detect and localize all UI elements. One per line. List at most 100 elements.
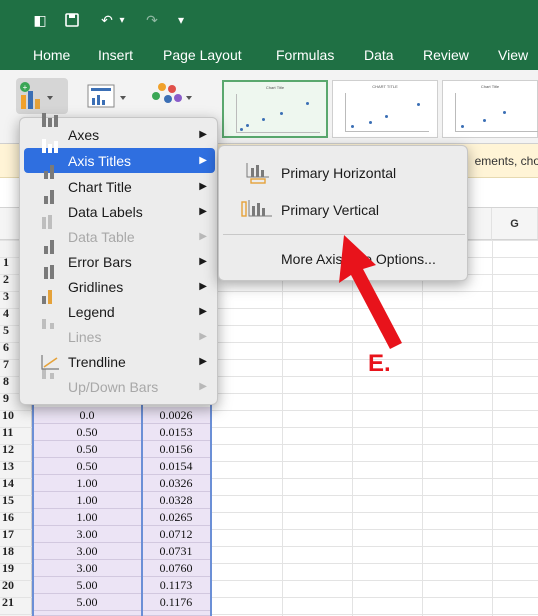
thumb-point <box>306 102 309 105</box>
primary-horizontal-label: Primary Horizontal <box>281 165 397 181</box>
thumb-axis <box>455 131 538 132</box>
thumb-point <box>280 112 283 115</box>
menu-item-label: Gridlines <box>68 278 124 295</box>
primary-horizontal-icon <box>246 163 269 184</box>
menu-item-trendline[interactable]: Trendline ▶ <box>24 349 215 374</box>
row-number[interactable]: 10 <box>0 407 32 424</box>
title-bar: ◧ ↶ ▾ ↷ ▾ <box>0 0 538 40</box>
ribbon-tabs: Home Insert Page Layout Formulas Data Re… <box>0 40 538 70</box>
row-number[interactable]: 20 <box>0 577 32 594</box>
tab-page-layout[interactable]: Page Layout <box>163 47 242 63</box>
row-number[interactable]: 12 <box>0 441 32 458</box>
thumb-point <box>351 125 354 128</box>
menu-item-label: Chart Title <box>68 178 132 195</box>
legend-icon <box>40 289 62 320</box>
menu-item-lines[interactable]: Lines ▶ <box>24 318 215 349</box>
tab-data[interactable]: Data <box>364 47 394 63</box>
tab-review[interactable]: Review <box>423 47 469 63</box>
row-number[interactable]: 1 <box>3 255 9 270</box>
row-number[interactable]: 16 <box>0 509 32 526</box>
submenu-arrow-icon: ▶ <box>199 381 207 392</box>
row-number[interactable]: 17 <box>0 526 32 543</box>
primary-vertical-item[interactable]: Primary Vertical <box>223 193 465 227</box>
add-chart-element-button[interactable]: + <box>16 78 68 114</box>
thumb-title: CHART TITLE <box>372 84 398 89</box>
menu-item-label: Legend <box>68 303 115 320</box>
menu-item-gridlines[interactable]: Gridlines ▶ <box>24 264 215 299</box>
row-number[interactable]: 14 <box>0 475 32 492</box>
sidebar-toggle-icon[interactable]: ◧ <box>30 10 50 30</box>
add-chart-element-menu: Axes ▶ Axis Titles ▶ Chart Title ▶ Data Lab… <box>19 112 218 405</box>
menu-item-label: Trendline <box>68 353 126 370</box>
submenu-arrow-icon: ▶ <box>199 331 207 342</box>
thumb-point <box>369 121 372 124</box>
thumb-axis <box>345 131 429 132</box>
thumb-axis <box>236 94 237 132</box>
thumb-point <box>246 124 249 127</box>
row-number[interactable]: 13 <box>0 458 32 475</box>
menu-item-label: Data Table <box>68 228 135 245</box>
submenu-arrow-icon: ▶ <box>199 155 207 166</box>
chart-style-thumb-1[interactable]: Chart Title <box>222 80 328 138</box>
save-icon[interactable] <box>62 10 82 30</box>
chart-style-thumb-2[interactable]: CHART TITLE <box>332 80 438 138</box>
row-number[interactable]: 5 <box>3 323 9 338</box>
row-number[interactable]: 11 <box>0 424 32 441</box>
chart-style-thumb-3[interactable]: Chart Title <box>442 80 538 138</box>
row-number[interactable]: 15 <box>0 492 32 509</box>
row-number[interactable]: 8 <box>3 374 9 389</box>
row-number[interactable]: 21 <box>0 594 32 611</box>
undo-icon[interactable]: ↶ <box>96 10 118 30</box>
svg-text:+: + <box>23 83 28 92</box>
menu-item-legend[interactable]: Legend ▶ <box>24 289 215 324</box>
primary-horizontal-item[interactable]: Primary Horizontal <box>223 156 465 190</box>
row-number[interactable]: 18 <box>0 543 32 560</box>
menu-item-data-labels[interactable]: Data Labels ▶ <box>24 189 215 224</box>
column-header-g[interactable]: G <box>492 208 538 240</box>
submenu-arrow-icon: ▶ <box>199 306 207 317</box>
row-number[interactable]: 2 <box>3 272 9 287</box>
submenu-arrow-icon: ▶ <box>199 206 207 217</box>
submenu-arrow-icon: ▶ <box>199 356 207 367</box>
thumb-title: Chart Title <box>265 85 285 90</box>
submenu-arrow-icon: ▶ <box>199 256 207 267</box>
row-number[interactable]: 19 <box>0 560 32 577</box>
tab-home[interactable]: Home <box>33 47 70 63</box>
menu-item-label: Data Labels <box>68 203 143 220</box>
row-number[interactable]: 4 <box>3 306 9 321</box>
menu-item-label: Error Bars <box>68 253 132 270</box>
thumb-point <box>483 119 486 122</box>
thumb-axis <box>455 93 456 131</box>
thumb-title: Chart Title <box>480 84 500 89</box>
up-down-bars-icon <box>40 368 62 395</box>
thumb-point <box>262 118 265 121</box>
row-number[interactable]: 3 <box>3 289 9 304</box>
lines-icon <box>40 318 62 345</box>
menu-item-up-down-bars[interactable]: Up/Down Bars ▶ <box>24 368 215 399</box>
column-header-g-label: G <box>510 217 519 230</box>
menu-item-axes[interactable]: Axes ▶ <box>24 112 215 147</box>
submenu-arrow-icon: ▶ <box>199 181 207 192</box>
change-colors-button[interactable] <box>146 78 202 114</box>
menu-item-label: Up/Down Bars <box>68 378 159 395</box>
undo-dropdown-icon[interactable]: ▾ <box>116 10 128 30</box>
redo-icon[interactable]: ↷ <box>142 10 162 30</box>
quick-layout-button[interactable] <box>84 78 132 114</box>
submenu-arrow-icon: ▶ <box>199 281 207 292</box>
annotation-label: E. <box>368 350 391 377</box>
row-number[interactable]: 6 <box>3 340 9 355</box>
primary-vertical-icon <box>241 200 272 217</box>
thumb-point <box>503 111 506 114</box>
tab-insert[interactable]: Insert <box>98 47 133 63</box>
trendline-icon <box>40 354 62 370</box>
thumb-axis <box>345 93 346 131</box>
change-colors-icon <box>152 83 192 103</box>
row-number[interactable]: 9 <box>3 391 9 406</box>
thumb-point <box>417 103 420 106</box>
customize-toolbar-icon[interactable]: ▾ <box>174 10 188 30</box>
red-arrow-annotation <box>339 235 402 349</box>
thumb-point <box>461 125 464 128</box>
tab-formulas[interactable]: Formulas <box>276 47 334 63</box>
row-number[interactable]: 7 <box>3 357 9 372</box>
tab-view[interactable]: View <box>498 47 528 63</box>
